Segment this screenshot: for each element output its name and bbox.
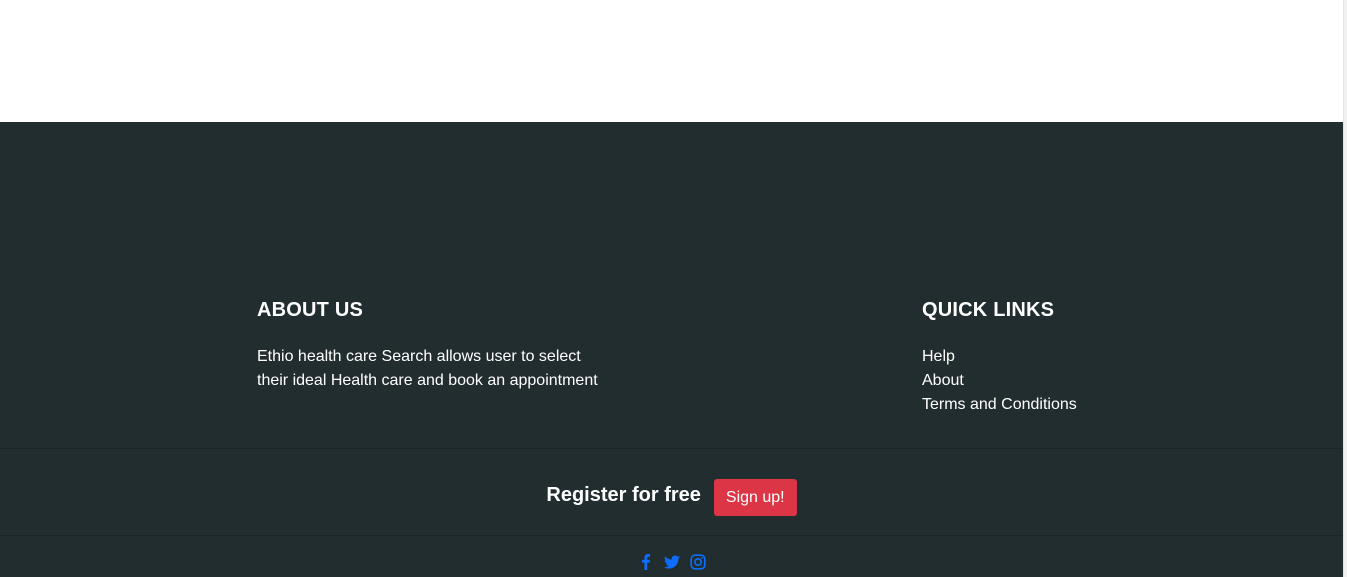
sign-up-button[interactable]: Sign up! bbox=[713, 479, 797, 516]
about-section: ABOUT US Ethio health care Search allows… bbox=[257, 298, 617, 393]
quick-links-list: Help About Terms and Conditions bbox=[922, 345, 1182, 417]
list-item: Terms and Conditions bbox=[922, 393, 1182, 417]
about-heading: ABOUT US bbox=[257, 299, 364, 321]
scrollbar[interactable] bbox=[1343, 0, 1347, 577]
social-links bbox=[0, 554, 1343, 570]
register-text: Register for free bbox=[546, 483, 701, 506]
content-area bbox=[0, 0, 1343, 122]
quick-links-section: QUICK LINKS Help About Terms and Conditi… bbox=[922, 298, 1182, 417]
help-link[interactable]: Help bbox=[922, 348, 955, 365]
list-item: About bbox=[922, 369, 1182, 393]
terms-link[interactable]: Terms and Conditions bbox=[922, 396, 1077, 413]
about-description: Ethio health care Search allows user to … bbox=[257, 348, 598, 389]
facebook-icon[interactable] bbox=[638, 554, 654, 570]
register-section: Register for free Sign up! bbox=[0, 473, 1343, 516]
site-footer: ABOUT US Ethio health care Search allows… bbox=[0, 122, 1343, 577]
divider bbox=[0, 448, 1343, 449]
about-link[interactable]: About bbox=[922, 372, 964, 389]
page: ABOUT US Ethio health care Search allows… bbox=[0, 0, 1347, 577]
twitter-icon[interactable] bbox=[663, 554, 680, 570]
list-item: Help bbox=[922, 345, 1182, 369]
divider bbox=[0, 535, 1343, 536]
quick-links-heading: QUICK LINKS bbox=[922, 299, 1055, 321]
instagram-icon[interactable] bbox=[689, 554, 706, 570]
